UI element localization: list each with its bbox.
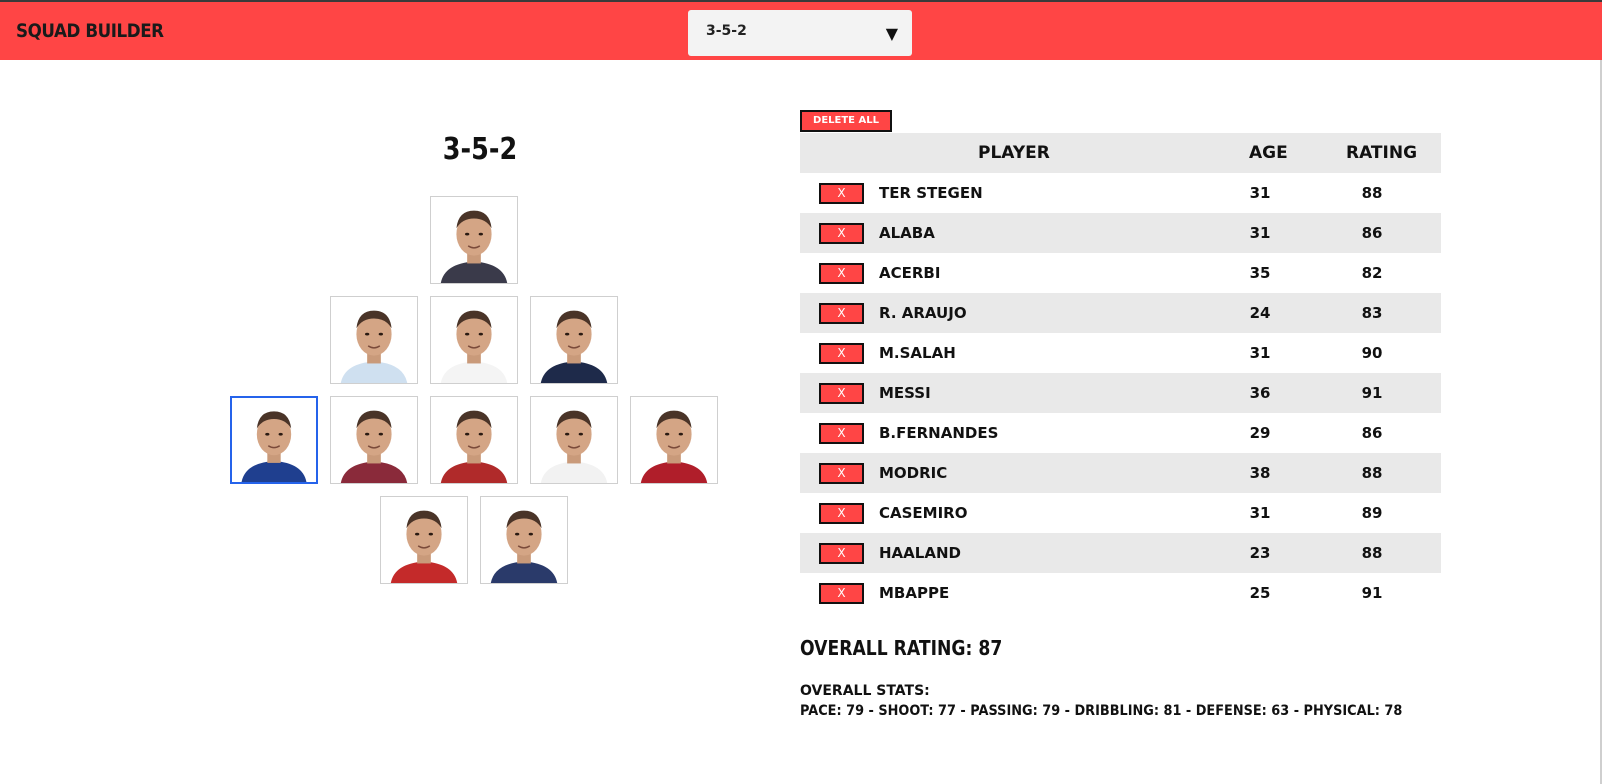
player-age: 23 bbox=[1249, 544, 1271, 562]
player-rating: 88 bbox=[1361, 184, 1383, 202]
player-name: CASEMIRO bbox=[879, 504, 968, 522]
player-name: B.FERNANDES bbox=[879, 424, 999, 442]
player-card[interactable] bbox=[380, 496, 468, 584]
delete-all-button[interactable]: DELETE ALL bbox=[800, 110, 892, 132]
table-row: X CASEMIRO 31 89 bbox=[800, 493, 1441, 533]
player-age: 31 bbox=[1249, 344, 1271, 362]
remove-player-button[interactable]: X bbox=[819, 463, 864, 484]
player-rating: 88 bbox=[1361, 544, 1383, 562]
player-photo bbox=[232, 398, 316, 482]
table-row: X TER STEGEN 31 88 bbox=[800, 173, 1441, 213]
player-name: MESSI bbox=[879, 384, 931, 402]
player-card[interactable] bbox=[430, 296, 518, 384]
player-age: 35 bbox=[1249, 264, 1271, 282]
player-photo bbox=[431, 297, 517, 383]
player-card[interactable] bbox=[230, 396, 318, 484]
player-card[interactable] bbox=[530, 396, 618, 484]
player-rating: 86 bbox=[1361, 424, 1383, 442]
player-photo bbox=[431, 197, 517, 283]
table-row: X R. ARAUJO 24 83 bbox=[800, 293, 1441, 333]
overall-rating: OVERALL RATING: 87 bbox=[800, 636, 1003, 660]
player-age: 25 bbox=[1249, 584, 1271, 602]
player-photo bbox=[381, 497, 467, 583]
remove-player-button[interactable]: X bbox=[819, 503, 864, 524]
table-row: X HAALAND 23 88 bbox=[800, 533, 1441, 573]
remove-player-button[interactable]: X bbox=[819, 343, 864, 364]
player-rating: 86 bbox=[1361, 224, 1383, 242]
table-row: X MODRIC 38 88 bbox=[800, 453, 1441, 493]
player-name: R. ARAUJO bbox=[879, 304, 967, 322]
player-photo bbox=[531, 397, 617, 483]
player-card[interactable] bbox=[430, 196, 518, 284]
header-player: PLAYER bbox=[978, 143, 1050, 163]
player-photo bbox=[331, 397, 417, 483]
player-rating: 91 bbox=[1361, 584, 1383, 602]
player-rating: 89 bbox=[1361, 504, 1383, 522]
player-rating: 88 bbox=[1361, 464, 1383, 482]
player-photo bbox=[531, 297, 617, 383]
player-card[interactable] bbox=[330, 296, 418, 384]
player-photo bbox=[481, 497, 567, 583]
player-photo bbox=[631, 397, 717, 483]
table-row: X MESSI 36 91 bbox=[800, 373, 1441, 413]
table-row: X ALABA 31 86 bbox=[800, 213, 1441, 253]
formation-select[interactable]: 3-5-2 ▼ bbox=[688, 10, 912, 56]
remove-player-button[interactable]: X bbox=[819, 263, 864, 284]
player-rating: 91 bbox=[1361, 384, 1383, 402]
table-row: X MBAPPE 25 91 bbox=[800, 573, 1441, 613]
table-header-row: PLAYER AGE RATING bbox=[800, 133, 1441, 173]
top-bar: SQUAD BUILDER 3-5-2 ▼ bbox=[0, 0, 1602, 60]
player-name: M.SALAH bbox=[879, 344, 956, 362]
player-card[interactable] bbox=[480, 496, 568, 584]
player-photo bbox=[331, 297, 417, 383]
header-rating: RATING bbox=[1346, 143, 1418, 163]
table-row: X B.FERNANDES 29 86 bbox=[800, 413, 1441, 453]
remove-player-button[interactable]: X bbox=[819, 583, 864, 604]
player-name: HAALAND bbox=[879, 544, 961, 562]
player-name: MODRIC bbox=[879, 464, 948, 482]
remove-player-button[interactable]: X bbox=[819, 303, 864, 324]
chevron-down-icon: ▼ bbox=[885, 24, 898, 43]
player-name: ACERBI bbox=[879, 264, 941, 282]
player-name: ALABA bbox=[879, 224, 935, 242]
remove-player-button[interactable]: X bbox=[819, 423, 864, 444]
overall-stats-values: PACE: 79 - SHOOT: 77 - PASSING: 79 - DRI… bbox=[800, 703, 1403, 719]
player-card[interactable] bbox=[330, 396, 418, 484]
remove-player-button[interactable]: X bbox=[819, 223, 864, 244]
player-name: MBAPPE bbox=[879, 584, 950, 602]
remove-player-button[interactable]: X bbox=[819, 543, 864, 564]
player-rating: 82 bbox=[1361, 264, 1383, 282]
player-name: TER STEGEN bbox=[879, 184, 983, 202]
table-row: X M.SALAH 31 90 bbox=[800, 333, 1441, 373]
table-row: X ACERBI 35 82 bbox=[800, 253, 1441, 293]
player-age: 31 bbox=[1249, 184, 1271, 202]
player-age: 31 bbox=[1249, 504, 1271, 522]
player-card[interactable] bbox=[630, 396, 718, 484]
formation-select-value: 3-5-2 bbox=[706, 23, 747, 39]
header-age: AGE bbox=[1249, 143, 1288, 163]
player-age: 31 bbox=[1249, 224, 1271, 242]
player-age: 29 bbox=[1249, 424, 1271, 442]
player-age: 36 bbox=[1249, 384, 1271, 402]
pitch-formation-title: 3-5-2 bbox=[442, 132, 518, 167]
player-age: 38 bbox=[1249, 464, 1271, 482]
remove-player-button[interactable]: X bbox=[819, 183, 864, 204]
player-photo bbox=[431, 397, 517, 483]
player-rating: 83 bbox=[1361, 304, 1383, 322]
player-age: 24 bbox=[1249, 304, 1271, 322]
player-card[interactable] bbox=[430, 396, 518, 484]
remove-player-button[interactable]: X bbox=[819, 383, 864, 404]
player-rating: 90 bbox=[1361, 344, 1383, 362]
app-title: SQUAD BUILDER bbox=[16, 20, 164, 42]
overall-stats-label: OVERALL STATS: bbox=[800, 683, 930, 699]
player-card[interactable] bbox=[530, 296, 618, 384]
